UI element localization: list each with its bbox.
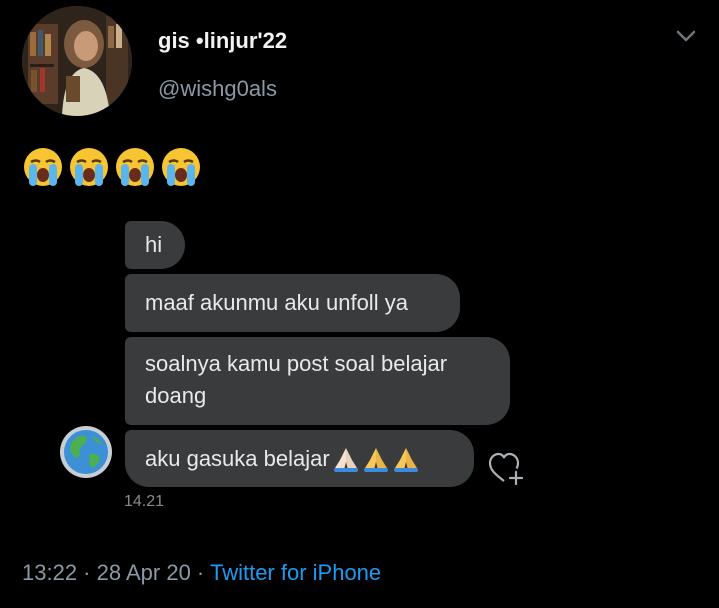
- message-text: maaf akunmu aku unfoll ya: [145, 290, 408, 315]
- loudly-crying-face-icon: [162, 148, 200, 186]
- meta-separator: ·: [190, 560, 210, 585]
- heart-plus-icon[interactable]: [486, 450, 526, 486]
- tweet-text: [22, 146, 202, 188]
- user-handle[interactable]: @wishg0als: [158, 76, 277, 102]
- tweet-source-link[interactable]: Twitter for iPhone: [210, 560, 381, 585]
- message-text: aku gasuka belajar: [145, 445, 330, 471]
- message-bubble[interactable]: hi: [125, 221, 185, 269]
- globe-icon[interactable]: [58, 424, 114, 480]
- tweet-meta: 13:22 · 28 Apr 20 · Twitter for iPhone: [22, 560, 381, 586]
- loudly-crying-face-icon: [24, 148, 62, 186]
- profile-avatar[interactable]: [22, 6, 132, 116]
- loudly-crying-face-icon: [70, 148, 108, 186]
- message-text: soalnya kamu post soal belajar doang: [145, 351, 448, 408]
- message-bubble[interactable]: soalnya kamu post soal belajar doang: [125, 337, 510, 425]
- tweet-date[interactable]: 28 Apr 20: [97, 560, 191, 585]
- message-text: hi: [145, 232, 163, 257]
- display-name[interactable]: gis •linjur'22: [158, 28, 287, 54]
- chevron-down-icon[interactable]: [672, 24, 700, 48]
- tweet-time[interactable]: 13:22: [22, 560, 77, 585]
- message-bubble[interactable]: aku gasuka belajar: [125, 430, 474, 487]
- folded-hands-icon: [363, 447, 388, 472]
- folded-hands-icon: [393, 447, 418, 472]
- meta-separator: ·: [77, 560, 97, 585]
- message-bubble[interactable]: maaf akunmu aku unfoll ya: [125, 274, 460, 332]
- folded-hands-icon: [333, 447, 358, 472]
- message-timestamp: 14.21: [124, 493, 165, 510]
- loudly-crying-face-icon: [116, 148, 154, 186]
